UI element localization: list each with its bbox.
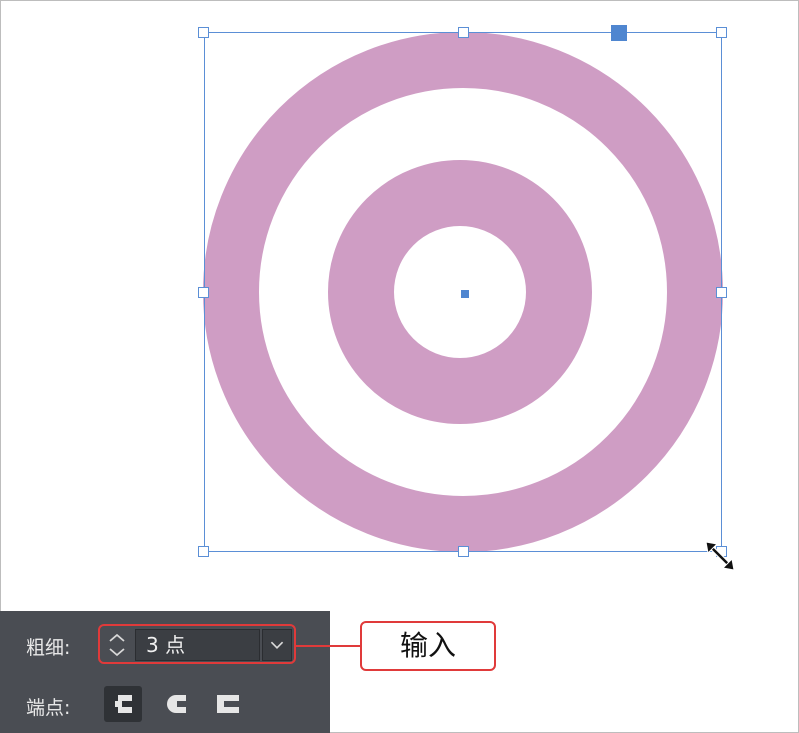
corner-shape-handle[interactable] [611, 25, 627, 41]
butt-cap-icon [115, 695, 132, 713]
handle-middle-right[interactable] [716, 287, 727, 298]
round-cap-button[interactable] [158, 686, 196, 722]
stroke-weight-label: 粗细: [26, 637, 71, 659]
cap-label: 端点: [26, 697, 71, 719]
round-cap-icon [167, 695, 186, 713]
handle-bottom-left[interactable] [198, 546, 209, 557]
projecting-cap-icon [217, 695, 239, 713]
resize-cursor-icon [705, 541, 735, 571]
projecting-cap-button[interactable] [210, 686, 248, 722]
callout-connector [296, 645, 360, 647]
stroke-weight-highlight [98, 624, 296, 664]
handle-top-right[interactable] [716, 27, 727, 38]
callout-label: 输入 [360, 621, 496, 671]
handle-bottom-center[interactable] [458, 546, 469, 557]
handle-top-left[interactable] [198, 27, 209, 38]
butt-cap-button[interactable] [104, 686, 142, 722]
handle-top-center[interactable] [458, 27, 469, 38]
handle-middle-left[interactable] [198, 287, 209, 298]
center-point [461, 290, 469, 298]
